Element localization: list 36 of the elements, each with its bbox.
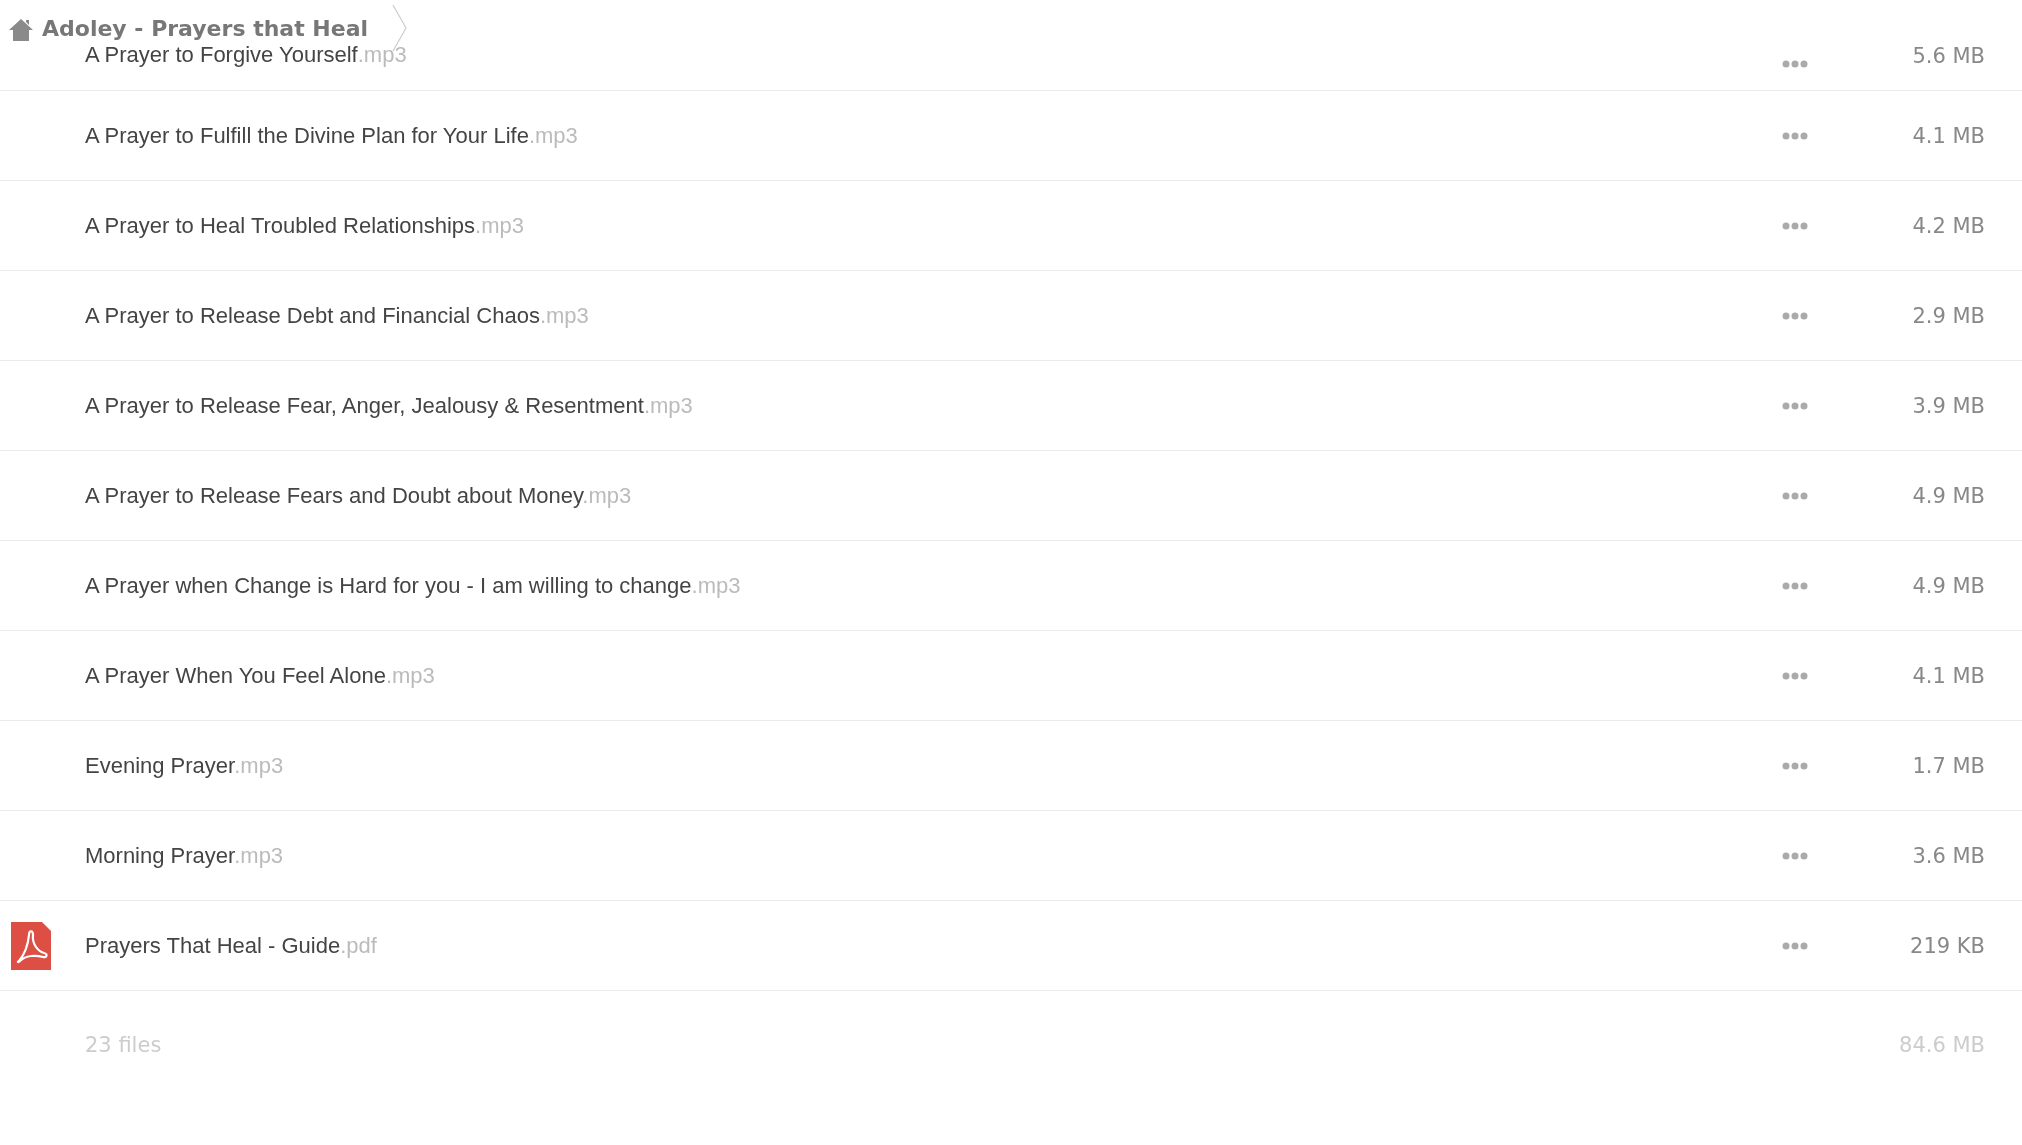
file-name[interactable]: A Prayer to Release Fear, Anger, Jealousy & Resentment.mp3 (85, 392, 1782, 419)
file-size: 4.2 MB (1911, 213, 1985, 238)
more-icon[interactable] (1782, 581, 1808, 590)
file-size: 219 KB (1909, 933, 1985, 958)
file-name[interactable]: A Prayer to Release Debt and Financial Chaos.mp3 (85, 302, 1782, 329)
pdf-icon (10, 920, 52, 971)
file-size: 1.7 MB (1911, 753, 1985, 778)
file-size: 4.1 MB (1911, 123, 1985, 148)
file-name[interactable]: Prayers That Heal - Guide.pdf (85, 932, 1782, 959)
more-icon[interactable] (1782, 761, 1808, 770)
file-size: 3.6 MB (1911, 843, 1985, 868)
file-size: 4.1 MB (1911, 663, 1985, 688)
file-size: 2.9 MB (1911, 303, 1985, 328)
more-icon[interactable] (1782, 491, 1808, 500)
file-size: 4.9 MB (1911, 573, 1985, 598)
file-name[interactable]: Evening Prayer.mp3 (85, 752, 1782, 779)
file-name[interactable]: A Prayer to Release Fears and Doubt about Money.mp3 (85, 482, 1782, 509)
more-icon[interactable] (1782, 671, 1808, 680)
more-icon[interactable] (1782, 851, 1808, 860)
file-name[interactable]: A Prayer When You Feel Alone.mp3 (85, 662, 1782, 689)
home-icon[interactable] (8, 18, 34, 42)
file-size: 5.6 MB (1911, 44, 1985, 68)
file-name[interactable]: A Prayer to Heal Troubled Relationships.mp3 (85, 212, 1782, 239)
file-name[interactable]: A Prayer to Forgive Yourself.mp3 (85, 42, 1782, 68)
more-icon[interactable] (1782, 401, 1808, 410)
file-name[interactable]: A Prayer when Change is Hard for you - I am willing to change.mp3 (85, 572, 1782, 599)
file-size: 3.9 MB (1911, 393, 1985, 418)
more-icon[interactable] (1782, 311, 1808, 320)
file-name[interactable]: A Prayer to Fulfill the Divine Plan for Your Life.mp3 (85, 122, 1782, 149)
more-icon[interactable] (1782, 941, 1808, 950)
folder-title[interactable]: Adoley - Prayers that Heal (42, 16, 369, 42)
more-icon[interactable] (1782, 131, 1808, 140)
more-icon[interactable] (1782, 221, 1808, 230)
more-icon[interactable] (1782, 60, 1808, 68)
file-name[interactable]: Morning Prayer.mp3 (85, 842, 1782, 869)
file-size: 4.9 MB (1911, 483, 1985, 508)
